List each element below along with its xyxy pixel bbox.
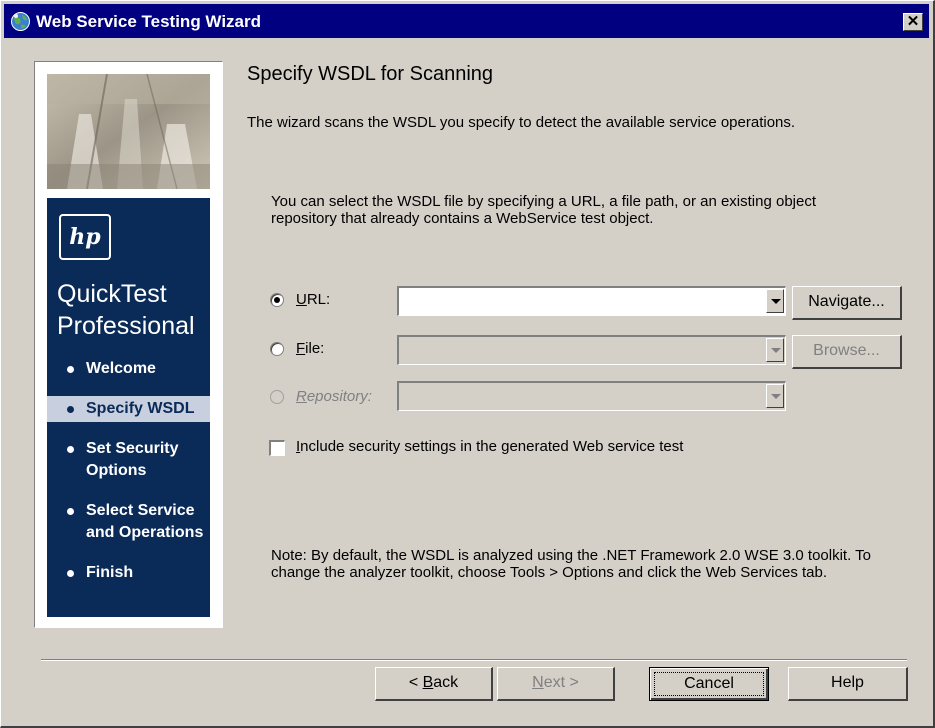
footer-divider (41, 659, 907, 661)
chevron-down-icon[interactable] (766, 384, 784, 408)
lab-glassware-image (47, 74, 210, 189)
page-intro: The wizard scans the WSDL you specify to… (247, 114, 796, 131)
navigate-button-label: Navigate... (808, 293, 885, 310)
step-finish: Finish (47, 560, 210, 586)
back-button-label: < Back (408, 674, 459, 691)
url-combobox[interactable] (397, 286, 786, 316)
back-button[interactable]: < Back (375, 667, 493, 701)
wsdl-source-description: You can select the WSDL file by specifyi… (271, 193, 817, 227)
step-set-security-options: Set Security Options (47, 436, 210, 484)
chevron-down-icon[interactable] (766, 338, 784, 362)
url-label: URL: (296, 291, 331, 308)
close-icon: ✕ (906, 13, 920, 30)
include-security-label[interactable]: Include security settings in the generat… (296, 438, 683, 455)
url-radio[interactable] (270, 293, 284, 307)
step-select-service-and-operations: Select Service and Operations (47, 498, 210, 546)
page-title: Specify WSDL for Scanning (247, 63, 494, 85)
repository-label: Repository: (296, 388, 372, 405)
chevron-down-icon[interactable] (766, 289, 784, 313)
next-button[interactable]: Next > (497, 667, 615, 701)
help-button-label: Help (831, 674, 864, 691)
repository-radio[interactable] (270, 390, 284, 404)
step-welcome: Welcome (47, 356, 210, 382)
window-title: Web Service Testing Wizard (36, 12, 262, 31)
hp-logo: hp (59, 214, 111, 260)
wizard-sidebar: hp QuickTest Professional Welcome Specif… (34, 61, 223, 628)
product-name-line2: Professional (57, 312, 195, 340)
include-security-checkbox[interactable] (269, 440, 285, 456)
product-name-line1: QuickTest (57, 280, 167, 308)
next-button-label: Next > (532, 674, 579, 691)
file-label: File: (296, 340, 325, 357)
product-name: QuickTest Professional (57, 278, 195, 342)
navigate-button[interactable]: Navigate... (792, 286, 902, 320)
cancel-button[interactable]: Cancel (649, 667, 769, 701)
close-button[interactable]: ✕ (903, 13, 923, 31)
browse-button-label: Browse... (813, 342, 880, 359)
repository-combobox[interactable] (397, 381, 786, 411)
step-specify-wsdl: Specify WSDL (47, 396, 210, 422)
wizard-window: Web Service Testing Wizard ✕ hp QuickTes… (0, 0, 935, 728)
file-combobox[interactable] (397, 335, 786, 365)
help-button[interactable]: Help (788, 667, 908, 701)
title-bar[interactable]: Web Service Testing Wizard ✕ (4, 4, 929, 38)
product-panel: hp QuickTest Professional Welcome Specif… (47, 198, 210, 617)
cancel-button-label: Cancel (654, 672, 764, 696)
wizard-steps: Welcome Specify WSDL Set Security Option… (47, 356, 210, 600)
file-radio[interactable] (270, 342, 284, 356)
analyzer-note: Note: By default, the WSDL is analyzed u… (271, 547, 871, 581)
hp-logo-text: hp (69, 224, 101, 250)
browse-button[interactable]: Browse... (792, 335, 902, 369)
globe-icon (11, 12, 30, 31)
